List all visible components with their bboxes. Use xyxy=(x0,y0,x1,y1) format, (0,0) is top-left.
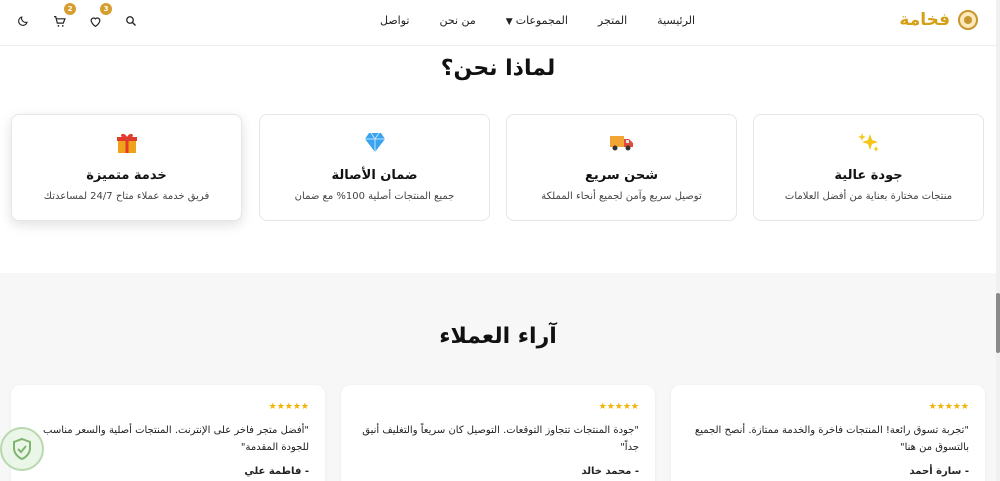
feature-card-shipping: شحن سريع توصيل سريع وآمن لجميع أنحاء الم… xyxy=(506,114,737,221)
review-card: ★★★★★ "تجربة تسوق رائعة! المنتجات فاخرة … xyxy=(671,385,985,481)
caret-down-icon: ▼ xyxy=(505,17,513,27)
review-author: - سارة أحمد xyxy=(909,466,969,477)
feature-card-quality: جودة عالية منتجات مختارة بعناية من أفضل … xyxy=(753,114,984,221)
review-text: "أفضل متجر فاخر على الإنترنت. المنتجات أ… xyxy=(43,425,309,453)
sparkles-icon xyxy=(754,131,983,153)
review-text: "جودة المنتجات تتجاوز التوقعات. التوصيل … xyxy=(362,425,639,453)
cart-count-badge: 2 xyxy=(64,3,76,15)
shield-leaf-icon xyxy=(0,427,44,471)
feature-title: ضمان الأصالة xyxy=(331,168,418,183)
page-scrollbar[interactable] xyxy=(996,0,1000,481)
reviews-title: آراء العملاء xyxy=(439,324,557,349)
rating-stars: ★★★★★ xyxy=(268,402,309,412)
header-actions: 2 3 xyxy=(14,3,140,30)
feature-desc: توصيل سريع وآمن لجميع أنحاء المملكة xyxy=(541,191,702,202)
nav-collections-label: المجموعات xyxy=(515,14,568,27)
site-header: فخامة الرئيسية المتجر المجموعات▼ من نحن … xyxy=(0,0,996,46)
nav-contact[interactable]: تواصل xyxy=(380,14,409,27)
gift-icon xyxy=(12,131,241,153)
moon-icon xyxy=(18,16,28,26)
brand-name: فخامة xyxy=(899,10,950,30)
feature-title: خدمة متميزة xyxy=(86,168,167,183)
nav-collections[interactable]: المجموعات▼ xyxy=(506,14,568,27)
heart-icon xyxy=(90,16,100,27)
feature-title: شحن سريع xyxy=(584,168,658,183)
search-icon xyxy=(126,16,136,26)
scrollbar-thumb[interactable] xyxy=(996,293,1000,353)
review-author: - محمد خالد xyxy=(581,466,640,477)
truck-icon xyxy=(507,131,736,153)
feature-desc: منتجات مختارة بعناية من أفضل العلامات xyxy=(784,191,953,202)
feature-desc: فريق خدمة عملاء متاح 24/7 لمساعدتك xyxy=(43,191,210,202)
crest-icon xyxy=(958,10,978,30)
feature-card-authenticity: ضمان الأصالة جميع المنتجات أصلية 100% مع… xyxy=(259,114,490,221)
nav-home[interactable]: الرئيسية xyxy=(657,14,695,27)
feature-title: جودة عالية xyxy=(834,168,903,183)
rating-stars: ★★★★★ xyxy=(928,402,969,412)
cart-icon xyxy=(53,15,66,27)
rating-stars: ★★★★★ xyxy=(598,402,639,412)
theme-toggle-button[interactable] xyxy=(14,12,32,30)
cart-button[interactable]: 2 xyxy=(50,3,76,30)
diamond-icon xyxy=(260,131,489,153)
main-nav: الرئيسية المتجر المجموعات▼ من نحن تواصل xyxy=(380,14,695,27)
wishlist-count-badge: 3 xyxy=(100,3,112,15)
nav-about[interactable]: من نحن xyxy=(439,14,475,27)
review-card: ★★★★★ "أفضل متجر فاخر على الإنترنت. المن… xyxy=(11,385,325,481)
review-text: "تجربة تسوق رائعة! المنتجات فاخرة والخدم… xyxy=(694,425,969,453)
search-button[interactable] xyxy=(122,12,140,30)
review-author: - فاطمة علي xyxy=(244,466,309,477)
why-us-title: لماذا نحن؟ xyxy=(440,56,556,81)
nav-store[interactable]: المتجر xyxy=(598,14,627,27)
wishlist-button[interactable]: 3 xyxy=(86,3,112,30)
review-card: ★★★★★ "جودة المنتجات تتجاوز التوقعات. ال… xyxy=(341,385,655,481)
feature-desc: جميع المنتجات أصلية 100% مع ضمان xyxy=(294,191,455,202)
feature-card-service: خدمة متميزة فريق خدمة عملاء متاح 24/7 لم… xyxy=(11,114,242,221)
brand[interactable]: فخامة xyxy=(899,10,978,30)
